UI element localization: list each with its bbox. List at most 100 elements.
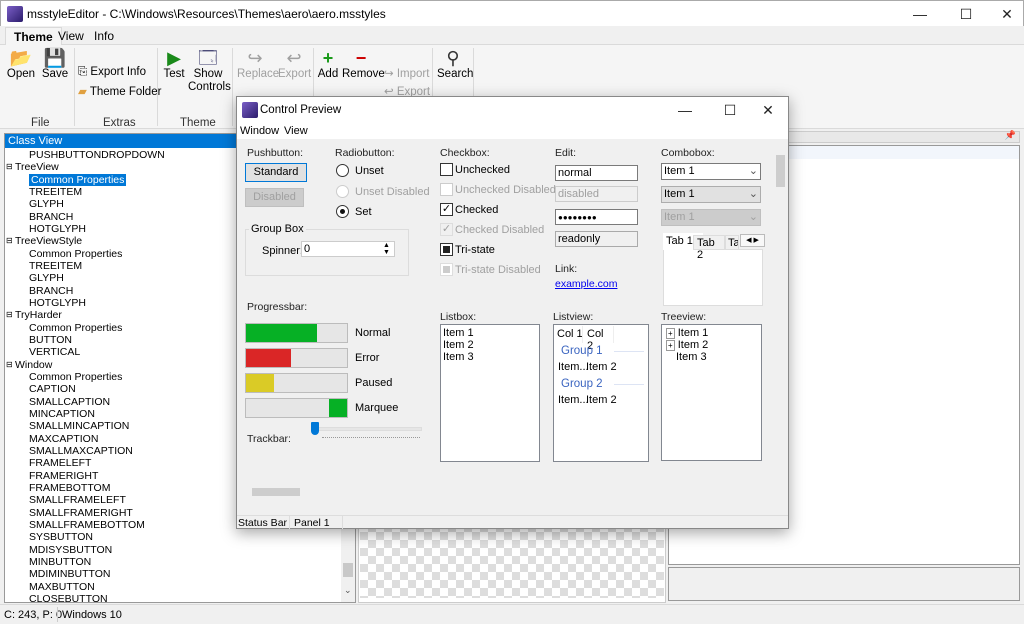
tree-item[interactable]: MINCAPTION	[29, 408, 95, 420]
tree-item[interactable]: Common Properties	[29, 371, 122, 383]
trackbar[interactable]	[313, 427, 422, 431]
tab-info[interactable]: Info	[86, 27, 122, 45]
maximize-button[interactable]: ☐	[943, 1, 989, 27]
tree-item[interactable]: PUSHBUTTONDROPDOWN	[29, 149, 165, 161]
tree-item[interactable]: GLYPH	[29, 198, 64, 210]
import-button[interactable]: ↪ Import	[384, 66, 429, 80]
listview[interactable]: Col 1 Col 2 Group 1 Item... Item 2 Group…	[553, 324, 649, 462]
checkbox-checked[interactable]: ✓	[440, 203, 453, 216]
tree-node[interactable]: + Item 2	[666, 339, 708, 351]
radio-set[interactable]	[336, 205, 349, 218]
tree-item[interactable]: SMALLMAXCAPTION	[29, 445, 133, 457]
tree-class-node[interactable]: TryHarder	[15, 309, 62, 321]
open-button[interactable]: 📂 Open	[5, 48, 37, 80]
tree-item[interactable]: SMALLMINCAPTION	[29, 420, 129, 432]
combobox-normal[interactable]: Item 1 ⌄	[661, 163, 761, 180]
spinner-input[interactable]: 0	[301, 241, 395, 257]
tree-item[interactable]: Common Properties	[29, 173, 127, 186]
collapse-icon[interactable]: ⊟	[6, 235, 13, 247]
tree-item[interactable]: HOTGLYPH	[29, 223, 86, 235]
edit-password[interactable]: ●●●●●●●●	[555, 209, 638, 225]
tree-class-node[interactable]: Window	[15, 359, 52, 371]
tab-scroll-arrows[interactable]: ◀ ▶	[740, 234, 765, 247]
spinner-arrows-icon[interactable]: ▲ ▼	[383, 242, 390, 256]
checkbox-unchecked[interactable]	[440, 163, 453, 176]
tree-item[interactable]: SMALLCAPTION	[29, 396, 110, 408]
listview-cell[interactable]: Item...	[558, 361, 589, 373]
test-button[interactable]: ▶ Test	[162, 48, 186, 80]
preview-vertical-scrollbar[interactable]	[774, 141, 788, 493]
scrollbar-thumb[interactable]	[776, 155, 785, 187]
pin-icon[interactable]: 📌	[1005, 130, 1016, 141]
show-controls-button[interactable]: 🗔 Show Controls	[188, 48, 231, 94]
listview-cell[interactable]: Item 2	[586, 361, 617, 373]
tree-item[interactable]: SMALLFRAMEBOTTOM	[29, 519, 145, 531]
standard-button[interactable]: Standard	[245, 163, 307, 182]
tree-node[interactable]: + Item 1	[666, 327, 708, 339]
tree-item[interactable]: TREEITEM	[29, 186, 82, 198]
tree-item[interactable]: SYSBUTTON	[29, 531, 93, 543]
tree-item[interactable]: FRAMELEFT	[29, 457, 91, 469]
preview-tab-3[interactable]: Tab 3	[725, 235, 739, 250]
listview-col-1[interactable]: Col 1	[557, 328, 583, 340]
tree-item[interactable]: GLYPH	[29, 272, 64, 284]
listbox-item[interactable]: Item 3	[443, 351, 537, 363]
tree-item[interactable]: HOTGLYPH	[29, 297, 86, 309]
tree-item[interactable]: FRAMERIGHT	[29, 470, 98, 482]
preview-horizontal-scrollbar[interactable]	[237, 485, 774, 499]
scrollbar-thumb[interactable]	[252, 488, 300, 496]
tree-item[interactable]: MAXBUTTON	[29, 581, 95, 593]
combobox-dropdown-list[interactable]: Item 1 ⌄	[661, 186, 761, 203]
tree-item[interactable]: SMALLFRAMELEFT	[29, 494, 126, 506]
tree-item[interactable]: VERTICAL	[29, 346, 80, 358]
tree-node[interactable]: Item 3	[676, 351, 707, 363]
tree-item[interactable]: MDIMINBUTTON	[29, 568, 110, 580]
listview-cell[interactable]: Item 2	[586, 394, 617, 406]
tree-class-node[interactable]: TreeView	[15, 161, 59, 173]
collapse-icon[interactable]: ⊟	[6, 161, 13, 173]
listview-col-2[interactable]: Col 2	[582, 326, 614, 352]
menu-window[interactable]: Window	[240, 125, 279, 137]
listview-cell[interactable]: Item...	[558, 394, 589, 406]
add-button[interactable]: + Add	[317, 48, 339, 80]
listbox-item[interactable]: Item 1	[443, 327, 537, 339]
minimize-button[interactable]: —	[897, 1, 943, 27]
preview-minimize-button[interactable]: —	[662, 97, 708, 123]
trackbar-thumb[interactable]	[311, 422, 319, 435]
scrollbar-thumb[interactable]	[343, 563, 353, 577]
radio-unset[interactable]	[336, 164, 349, 177]
tree-item[interactable]: Common Properties	[29, 322, 122, 334]
export-image-button[interactable]: ↩ Export	[278, 48, 311, 80]
expand-icon[interactable]: +	[666, 340, 675, 351]
tree-item[interactable]: BRANCH	[29, 285, 73, 297]
save-button[interactable]: 💾 Save	[40, 48, 70, 80]
checkbox-tristate[interactable]	[440, 243, 453, 256]
export-info-button[interactable]: ⎘ Export Info	[78, 66, 146, 79]
arrow-right-icon[interactable]: ▶	[753, 237, 758, 244]
preview-close-button[interactable]: ✕	[745, 97, 791, 123]
remove-button[interactable]: − Remove	[342, 48, 385, 80]
listbox-item[interactable]: Item 2	[443, 339, 537, 351]
tree-item[interactable]: TREEITEM	[29, 260, 82, 272]
tree-class-node[interactable]: TreeViewStyle	[15, 235, 82, 247]
tree-item[interactable]: MDISYSBUTTON	[29, 544, 112, 556]
arrow-left-icon[interactable]: ◀	[746, 237, 751, 244]
menu-view[interactable]: View	[284, 125, 308, 137]
expand-icon[interactable]: +	[666, 328, 675, 339]
tree-item[interactable]: SMALLFRAMERIGHT	[29, 507, 133, 519]
theme-folder-button[interactable]: ▰ Theme Folder	[78, 84, 161, 98]
search-button[interactable]: ⚲ Search	[437, 48, 473, 80]
tree-item[interactable]: MAXCAPTION	[29, 433, 98, 445]
close-button[interactable]: ✕	[989, 1, 1024, 27]
tree-item[interactable]: BRANCH	[29, 211, 73, 223]
example-link[interactable]: example.com	[555, 278, 617, 290]
collapse-icon[interactable]: ⊟	[6, 359, 13, 371]
preview-tab-2[interactable]: Tab 2	[693, 235, 725, 261]
replace-button[interactable]: ↪ Replace	[237, 48, 279, 80]
tree-item[interactable]: BUTTON	[29, 334, 72, 346]
edit-normal[interactable]: normal	[555, 165, 638, 181]
chevron-down-icon[interactable]: ⌄	[344, 585, 352, 596]
tree-item[interactable]: Common Properties	[29, 248, 122, 260]
listbox[interactable]: Item 1 Item 2 Item 3	[440, 324, 540, 462]
tree-item[interactable]: CAPTION	[29, 383, 76, 395]
